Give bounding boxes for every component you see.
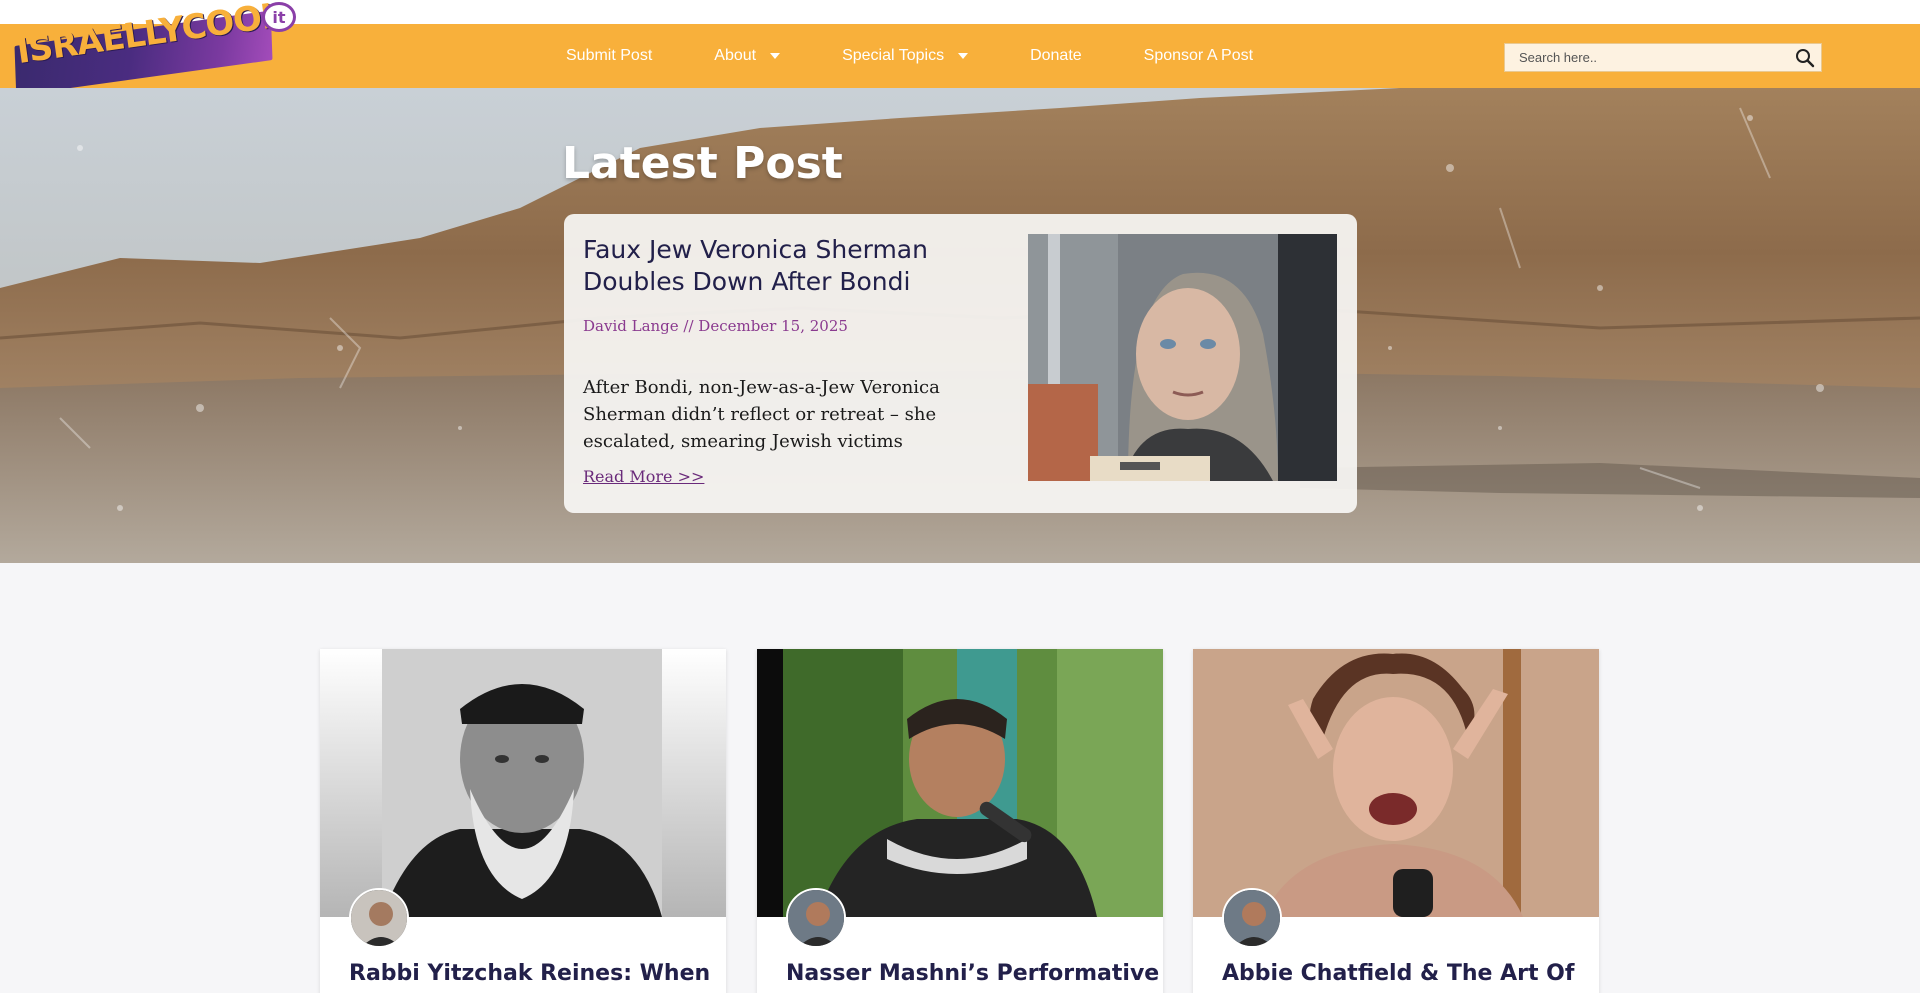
woman-photo-image (1193, 649, 1599, 917)
card-image[interactable] (1193, 649, 1599, 917)
post-card[interactable]: Nasser Mashni’s Performative (757, 649, 1163, 993)
nav-item-submit-post[interactable]: Submit Post (566, 47, 652, 65)
nav-menu: Submit Post About Special Topics Donate … (566, 24, 1315, 88)
card-title[interactable]: Nasser Mashni’s Performative (786, 961, 1159, 986)
latest-post-card: Faux Jew Veronica Sherman Doubles Down A… (564, 214, 1357, 513)
post-excerpt: After Bondi, non-Jew-as-a-Jew Veronica S… (583, 377, 940, 452)
post-card[interactable]: Rabbi Yitzchak Reines: When (320, 649, 726, 993)
nav-item-label: Donate (1030, 47, 1082, 64)
author-avatar-image (788, 890, 844, 946)
logo-badge: it (262, 2, 296, 32)
author-avatar[interactable] (349, 888, 409, 948)
nav-item-label: Sponsor A Post (1143, 47, 1254, 64)
caret-down-icon (958, 53, 969, 59)
read-more-link[interactable]: Read More >> (583, 467, 704, 486)
nav-item-donate[interactable]: Donate (1030, 47, 1082, 65)
post-meta: David Lange // December 15, 2025 (583, 317, 848, 335)
nav-item-about[interactable]: About (714, 47, 781, 65)
card-image[interactable] (320, 649, 726, 917)
nav-item-special-topics[interactable]: Special Topics (842, 47, 969, 65)
site-logo[interactable]: ISRAELLYCOOL it (14, 0, 296, 96)
search-input[interactable] (1505, 44, 1785, 71)
author-avatar[interactable] (1222, 888, 1282, 948)
post-featured-image[interactable] (1028, 234, 1337, 481)
hero-section: Latest Post Faux Jew Veronica Sherman Do… (0, 88, 1920, 563)
nav-item-label: Submit Post (566, 47, 653, 64)
speaker-photo-image (757, 649, 1163, 917)
author-avatar-image (1224, 890, 1280, 946)
nav-item-label: Special Topics (842, 47, 945, 64)
author-avatar[interactable] (786, 888, 846, 948)
card-title[interactable]: Abbie Chatfield & The Art Of (1222, 961, 1582, 986)
rabbi-portrait-image (320, 649, 726, 917)
search-icon[interactable] (1795, 48, 1815, 68)
latest-post-heading: Latest Post (562, 138, 843, 189)
woman-portrait-image (1028, 234, 1337, 481)
author-avatar-image (351, 890, 407, 946)
nav-item-sponsor-a-post[interactable]: Sponsor A Post (1144, 47, 1253, 65)
caret-down-icon (770, 53, 781, 59)
post-card[interactable]: Abbie Chatfield & The Art Of (1193, 649, 1599, 993)
search-box (1504, 43, 1822, 72)
post-title[interactable]: Faux Jew Veronica Sherman Doubles Down A… (583, 234, 983, 298)
card-image[interactable] (757, 649, 1163, 917)
nav-item-label: About (714, 47, 757, 64)
card-title[interactable]: Rabbi Yitzchak Reines: When (349, 961, 710, 986)
